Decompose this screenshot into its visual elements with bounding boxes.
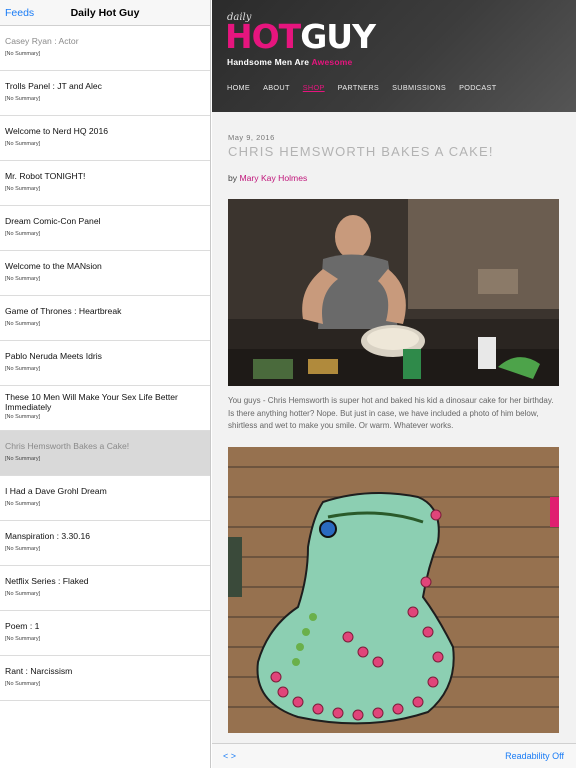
- feed-item-summary: [No Summary]: [5, 681, 41, 687]
- site-nav-shop[interactable]: SHOP: [303, 83, 325, 92]
- feed-item-title: Poem : 1: [5, 621, 40, 631]
- feed-item-title: Pablo Neruda Meets Idris: [5, 351, 102, 361]
- feed-item[interactable]: Game of Thrones : Heartbreak [No Summary]: [0, 296, 210, 341]
- feed-item-summary: [No Summary]: [5, 636, 41, 642]
- sidebar-header: Feeds Daily Hot Guy: [0, 0, 210, 26]
- feed-item[interactable]: Manspiration : 3.30.16 [No Summary]: [0, 521, 210, 566]
- site-logo[interactable]: HOTGUY: [225, 17, 376, 56]
- prev-next-arrows[interactable]: < >: [223, 751, 236, 761]
- byline-prefix: by: [228, 173, 240, 183]
- feed-item-summary: [No Summary]: [5, 366, 41, 372]
- feed-item-summary: [No Summary]: [5, 591, 41, 597]
- site-header: daily HOTGUY Handsome Men Are Awesome HO…: [212, 0, 576, 112]
- feed-item-summary: [No Summary]: [5, 141, 41, 147]
- feed-item-summary: [No Summary]: [5, 231, 41, 237]
- feed-item-summary: [No Summary]: [5, 51, 41, 57]
- readability-toggle[interactable]: Readability Off: [505, 751, 564, 761]
- feed-item-title: These 10 Men Will Make Your Sex Life Bet…: [5, 392, 178, 412]
- site-nav-about[interactable]: ABOUT: [263, 83, 290, 92]
- feed-item-title: Netflix Series : Flaked: [5, 576, 89, 586]
- man-baking-photo: [228, 199, 559, 386]
- site-nav-partners[interactable]: PARTNERS: [338, 83, 379, 92]
- byline: by Mary Kay Holmes: [228, 173, 560, 183]
- feed-item[interactable]: These 10 Men Will Make Your Sex Life Bet…: [0, 386, 210, 431]
- dinosaur-cake-photo-art: [228, 446, 559, 733]
- feed-item[interactable]: Casey Ryan : Actor [No Summary]: [0, 26, 210, 71]
- feed-item-title: Welcome to the MANsion: [5, 261, 102, 271]
- feed-item-title: I Had a Dave Grohl Dream: [5, 486, 107, 496]
- feed-item-summary: [No Summary]: [5, 96, 41, 102]
- feed-title: Daily Hot Guy: [70, 7, 140, 19]
- feed-item-title: Game of Thrones : Heartbreak: [5, 306, 122, 316]
- feed-item-summary: [No Summary]: [5, 276, 41, 282]
- feed-item-title: Trolls Panel : JT and Alec: [5, 81, 102, 91]
- feed-item[interactable]: Netflix Series : Flaked [No Summary]: [0, 566, 210, 611]
- feed-item[interactable]: Welcome to the MANsion [No Summary]: [0, 251, 210, 296]
- tagline-accent: Awesome: [311, 57, 353, 67]
- bottom-toolbar: < > Readability Off: [212, 743, 576, 768]
- feed-item[interactable]: Chris Hemsworth Bakes a Cake! [No Summary…: [0, 431, 210, 476]
- article-pane: daily HOTGUY Handsome Men Are Awesome HO…: [212, 0, 576, 768]
- feed-item-summary: [No Summary]: [5, 321, 41, 327]
- feed-item[interactable]: Poem : 1 [No Summary]: [0, 611, 210, 656]
- feed-item[interactable]: Trolls Panel : JT and Alec [No Summary]: [0, 71, 210, 116]
- feed-item-title: Mr. Robot TONIGHT!: [5, 171, 86, 181]
- feed-item[interactable]: Rant : Narcissism [No Summary]: [0, 656, 210, 701]
- feed-item-title: Casey Ryan : Actor: [5, 36, 79, 46]
- site-nav-home[interactable]: HOME: [227, 83, 250, 92]
- feed-item[interactable]: Pablo Neruda Meets Idris [No Summary]: [0, 341, 210, 386]
- post-date: May 9, 2016: [228, 133, 275, 142]
- article-body: You guys - Chris Hemsworth is super hot …: [228, 396, 554, 430]
- feed-item[interactable]: Welcome to Nerd HQ 2016 [No Summary]: [0, 116, 210, 161]
- feed-item-summary: [No Summary]: [5, 456, 41, 462]
- site-tagline: Handsome Men Are Awesome: [227, 57, 352, 67]
- feed-item-title: Welcome to Nerd HQ 2016: [5, 126, 109, 136]
- feed-item-summary: [No Summary]: [5, 186, 41, 192]
- site-nav: HOME ABOUT SHOP PARTNERS SUBMISSIONS PODCAST: [227, 83, 509, 92]
- feed-item[interactable]: I Had a Dave Grohl Dream [No Summary]: [0, 476, 210, 521]
- site-nav-podcast[interactable]: PODCAST: [459, 83, 496, 92]
- feed-list: Casey Ryan : Actor [No Summary] Trolls Pan…: [0, 26, 210, 701]
- author-link[interactable]: Mary Kay Holmes: [239, 173, 307, 183]
- article: May 9, 2016 CHRIS HEMSWORTH BAKES A CAKE…: [212, 112, 576, 733]
- feed-item-title: Chris Hemsworth Bakes a Cake!: [5, 441, 130, 451]
- tagline-prefix: Handsome Men Are: [227, 57, 312, 67]
- logo-hot-text: HOT: [225, 17, 301, 56]
- dinosaur-cake-photo: [228, 446, 559, 733]
- feed-item-summary: [No Summary]: [5, 501, 41, 507]
- man-baking-photo-art: [228, 199, 559, 386]
- feed-item-title: Manspiration : 3.30.16: [5, 531, 91, 541]
- site-nav-submissions[interactable]: SUBMISSIONS: [392, 83, 446, 92]
- post-title: CHRIS HEMSWORTH BAKES A CAKE!: [228, 144, 494, 159]
- feed-item-title: Dream Comic-Con Panel: [5, 216, 101, 226]
- feed-item[interactable]: Mr. Robot TONIGHT! [No Summary]: [0, 161, 210, 206]
- feed-item-summary: [No Summary]: [5, 546, 41, 552]
- feed-item[interactable]: Dream Comic-Con Panel [No Summary]: [0, 206, 210, 251]
- sidebar: Feeds Daily Hot Guy Casey Ryan : Actor [N…: [0, 0, 211, 768]
- logo-guy-text: GUY: [300, 17, 376, 56]
- feed-item-title: Rant : Narcissism: [5, 666, 73, 676]
- feed-item-summary: [No Summary]: [5, 414, 41, 420]
